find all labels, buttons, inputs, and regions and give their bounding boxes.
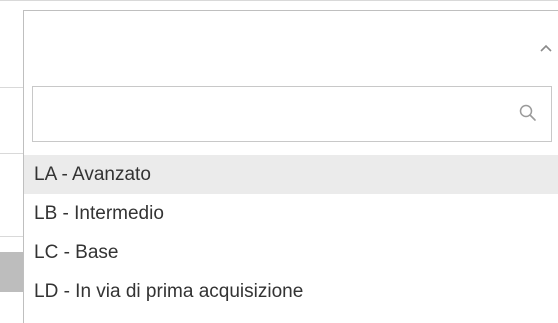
option-item[interactable]: LC - Base [24,233,558,272]
background-divider [0,0,558,1]
select-dropdown: LA - Avanzato LB - Intermedio LC - Base … [23,10,558,323]
search-box[interactable] [32,86,552,142]
select-header[interactable] [24,11,558,77]
option-item[interactable]: LA - Avanzato [24,155,558,194]
page: LA - Avanzato LB - Intermedio LC - Base … [0,0,558,323]
options-list: LA - Avanzato LB - Intermedio LC - Base … [24,155,558,311]
chevron-up-icon[interactable] [539,43,553,53]
option-item[interactable]: LB - Intermedio [24,194,558,233]
search-icon [519,104,536,121]
option-item[interactable]: LD - In via di prima acquisizione [24,272,558,311]
search-input[interactable] [39,95,513,135]
